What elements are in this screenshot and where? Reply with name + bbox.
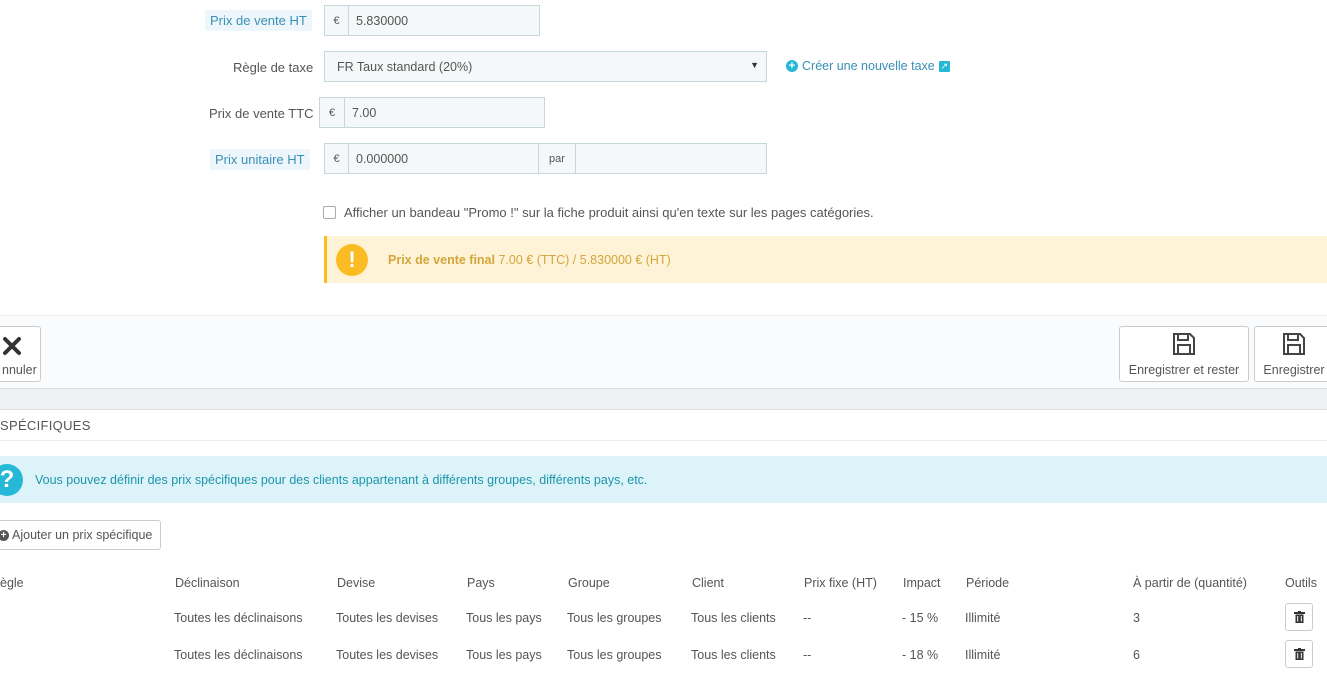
external-link-icon: ↗	[938, 60, 950, 72]
specific-prices-title: SPÉCIFIQUES	[0, 418, 91, 433]
cell-fixed-price: --	[803, 611, 812, 625]
caret-down-icon: ▼	[750, 60, 759, 70]
column-header: ègle	[0, 576, 24, 590]
add-specific-price-button[interactable]: + Ajouter un prix spécifique	[0, 520, 161, 550]
cell-currency: Toutes les devises	[336, 648, 439, 662]
cell-combination: Toutes les déclinaisons	[174, 611, 303, 625]
cell-from-qty: 6	[1133, 648, 1140, 662]
cell-from-qty: 3	[1133, 611, 1140, 625]
price-ht-input[interactable]: 5.830000	[349, 5, 540, 36]
create-tax-label: Créer une nouvelle taxe	[802, 59, 935, 73]
cell-combination: Toutes les déclinaisons	[174, 648, 303, 662]
column-header: Déclinaison	[175, 576, 240, 590]
unit-price-label: Prix unitaire HT	[210, 149, 310, 170]
cell-impact: - 18 %	[902, 648, 939, 662]
final-price-text: Prix de vente final 7.00 € (TTC) / 5.830…	[388, 253, 671, 267]
unit-price-group: € 0.000000 par	[324, 143, 767, 174]
column-header: Pays	[467, 576, 495, 590]
cell-period: Illimité	[965, 648, 1001, 662]
section-separator	[0, 388, 1327, 410]
unit-price-input[interactable]: 0.000000	[349, 143, 539, 174]
currency-addon: €	[319, 97, 345, 128]
column-header: Prix fixe (HT)	[804, 576, 877, 590]
promo-checkbox-label: Afficher un bandeau "Promo !" sur la fic…	[344, 205, 874, 220]
price-ht-group: € 5.830000	[324, 5, 540, 36]
currency-addon: €	[324, 5, 349, 36]
price-ttc-group: € 7.00	[319, 97, 545, 128]
cell-country: Tous les pays	[466, 611, 542, 625]
trash-icon	[1293, 611, 1305, 623]
cell-group: Tous les groupes	[567, 648, 662, 662]
delete-button[interactable]	[1285, 640, 1313, 668]
add-specific-price-label: Ajouter un prix spécifique	[12, 528, 153, 542]
final-price-value: 7.00 € (TTC) / 5.830000 € (HT)	[498, 252, 671, 267]
save-label: Enregistrer	[1263, 363, 1325, 377]
tax-rule-select[interactable]: FR Taux standard (20%) ▼	[324, 51, 767, 82]
cancel-label: nnuler	[2, 363, 37, 377]
cell-customer: Tous les clients	[691, 611, 776, 625]
column-header: Client	[692, 576, 724, 590]
plus-circle-icon: +	[0, 529, 9, 541]
cell-customer: Tous les clients	[691, 648, 776, 662]
column-header: Impact	[903, 576, 941, 590]
trash-icon	[1293, 648, 1305, 660]
save-button[interactable]: Enregistrer	[1254, 326, 1327, 382]
save-icon	[1173, 333, 1195, 355]
specific-prices-info: ? Vous pouvez définir des prix spécifiqu…	[0, 456, 1327, 503]
column-header: À partir de (quantité)	[1133, 576, 1247, 590]
currency-addon: €	[324, 143, 349, 174]
close-icon	[3, 337, 21, 355]
price-ht-label: Prix de vente HT	[205, 10, 312, 31]
specific-prices-info-text: Vous pouvez définir des prix spécifiques…	[35, 472, 648, 487]
save-icon	[1283, 333, 1305, 355]
question-icon: ?	[0, 463, 23, 496]
cell-period: Illimité	[965, 611, 1001, 625]
cell-country: Tous les pays	[466, 648, 542, 662]
plus-circle-icon: +	[786, 60, 798, 72]
column-header: Devise	[337, 576, 376, 590]
column-header: Groupe	[568, 576, 610, 590]
column-header: Période	[966, 576, 1010, 590]
tax-rule-label: Règle de taxe	[233, 60, 314, 75]
exclamation-icon: !	[336, 243, 368, 276]
final-price-alert: ! Prix de vente final 7.00 € (TTC) / 5.8…	[324, 236, 1327, 283]
column-header: Outils	[1285, 576, 1317, 590]
price-ttc-label: Prix de vente TTC	[209, 106, 314, 121]
cell-currency: Toutes les devises	[336, 611, 439, 625]
create-tax-link[interactable]: + Créer une nouvelle taxe ↗	[786, 59, 950, 73]
tax-rule-selected: FR Taux standard (20%)	[337, 59, 473, 74]
per-addon: par	[539, 143, 576, 174]
delete-button[interactable]	[1285, 603, 1313, 631]
cell-group: Tous les groupes	[567, 611, 662, 625]
cell-impact: - 15 %	[902, 611, 939, 625]
save-and-stay-button[interactable]: Enregistrer et rester	[1119, 326, 1249, 382]
cancel-button[interactable]: nnuler	[0, 326, 41, 382]
price-ttc-input[interactable]: 7.00	[345, 97, 545, 128]
save-and-stay-label: Enregistrer et rester	[1128, 363, 1240, 377]
final-price-label: Prix de vente final	[388, 252, 495, 267]
promo-checkbox[interactable]	[323, 206, 336, 219]
cell-fixed-price: --	[803, 648, 812, 662]
divider	[0, 440, 1327, 441]
promo-checkbox-row[interactable]: Afficher un bandeau "Promo !" sur la fic…	[323, 205, 874, 220]
unit-input[interactable]	[576, 143, 767, 174]
